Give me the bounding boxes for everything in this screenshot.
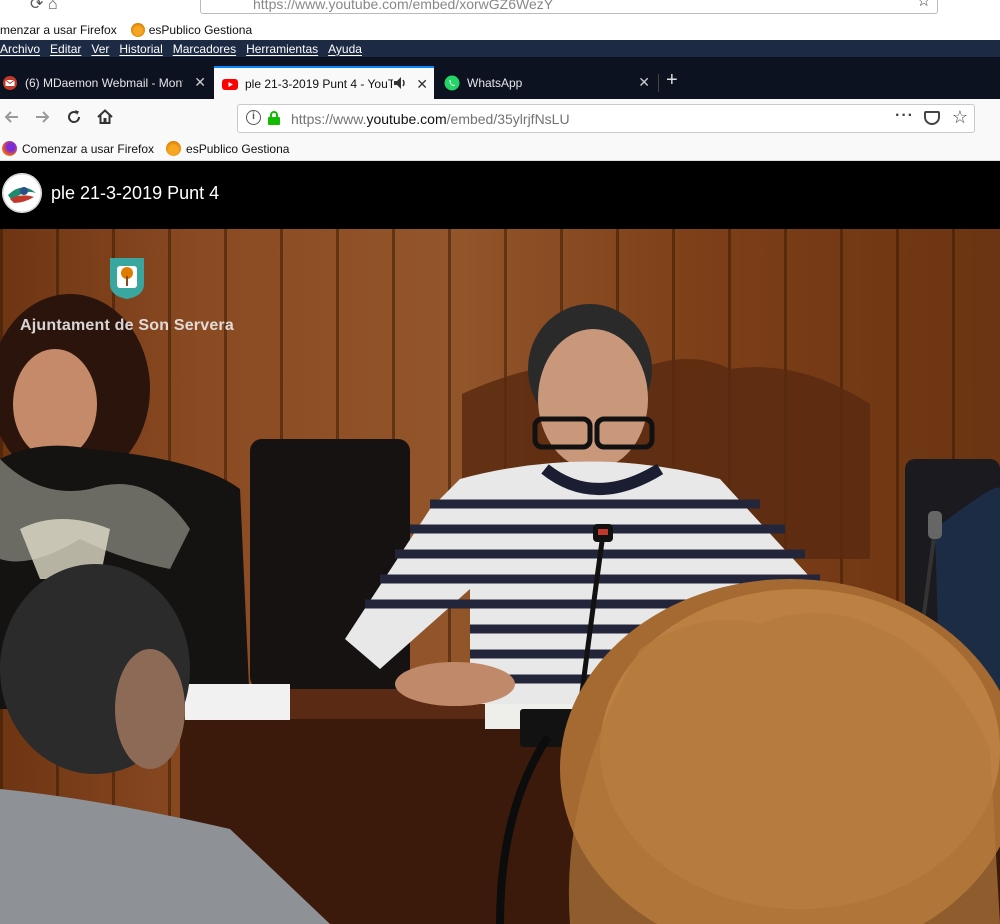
tab-mdaemon[interactable]: (6) MDaemon Webmail - Mont ✕ <box>0 66 212 99</box>
menu-historial[interactable]: Historial <box>119 42 162 56</box>
menu-archivo[interactable]: Archivo <box>0 42 40 56</box>
url-text: https://www.youtube.com/embed/35ylrjfNsL… <box>291 111 570 127</box>
espublico-icon <box>130 23 145 37</box>
bookmark-star-icon[interactable]: ☆ <box>917 0 931 11</box>
background-url-text: https://www.youtube.com/embed/xorwGZ6Wez… <box>253 0 554 12</box>
video-player[interactable]: ple 21-3-2019 Punt 4 Ajuntament de Son S… <box>0 161 1000 924</box>
reload-icon <box>68 110 81 123</box>
youtube-icon <box>222 76 238 92</box>
info-icon[interactable]: i <box>246 110 261 125</box>
close-icon[interactable]: ✕ <box>638 74 650 91</box>
bookmark-espublico-gestiona[interactable]: esPublico Gestiona <box>166 141 289 156</box>
new-tab-button[interactable]: + <box>666 69 678 92</box>
back-arrow-icon <box>4 111 18 123</box>
whatsapp-icon <box>444 75 460 91</box>
menu-bar: Archivo Editar Ver Historial Marcadores … <box>0 40 1000 57</box>
close-icon[interactable]: ✕ <box>416 76 428 93</box>
forward-button[interactable] <box>32 107 52 132</box>
menu-ver[interactable]: Ver <box>91 42 109 56</box>
url-field[interactable]: i https://www.youtube.com/embed/35ylrjfN… <box>237 104 975 133</box>
bookmark-star-icon[interactable]: ☆ <box>952 107 968 128</box>
close-icon[interactable]: ✕ <box>194 74 206 91</box>
home-icon <box>97 109 113 124</box>
video-watermark: Ajuntament de Son Servera <box>20 317 234 334</box>
navigation-bar: i https://www.youtube.com/embed/35ylrjfN… <box>0 99 1000 137</box>
reload-button[interactable] <box>64 107 84 132</box>
background-bookmark-firefox[interactable]: menzar a usar Firefox <box>0 23 117 37</box>
menu-marcadores[interactable]: Marcadores <box>173 42 236 56</box>
tab-youtube[interactable]: ple 21-3-2019 Punt 4 - YouT ✕ <box>214 66 434 99</box>
background-window-urlbar: ⟳ ⌂ https://www.youtube.com/embed/xorwGZ… <box>0 0 1000 20</box>
bookmark-comenzar-firefox[interactable]: Comenzar a usar Firefox <box>2 141 154 156</box>
mail-icon <box>2 75 18 91</box>
background-url-field[interactable]: https://www.youtube.com/embed/xorwGZ6Wez… <box>200 0 938 14</box>
bookmarks-bar: Comenzar a usar Firefox esPublico Gestio… <box>0 137 1000 161</box>
tab-strip: (6) MDaemon Webmail - Mont ✕ ple 21-3-20… <box>0 57 1000 99</box>
back-reload-home-icons: ⟳ ⌂ <box>30 0 58 13</box>
video-title[interactable]: ple 21-3-2019 Punt 4 <box>51 183 219 204</box>
background-bookmark-espublico[interactable]: esPublico Gestiona <box>130 23 252 37</box>
home-button[interactable] <box>95 107 115 132</box>
speaker-icon[interactable] <box>392 75 408 94</box>
channel-avatar[interactable] <box>2 173 42 213</box>
menu-ayuda[interactable]: Ayuda <box>328 42 362 56</box>
tab-separator <box>658 74 659 92</box>
channel-logo-icon <box>2 173 42 213</box>
back-button[interactable] <box>2 107 22 132</box>
tab-whatsapp[interactable]: WhatsApp ✕ <box>436 66 656 99</box>
lock-icon[interactable] <box>268 111 280 125</box>
forward-arrow-icon <box>36 111 50 123</box>
firefox-icon <box>2 141 17 156</box>
page-actions-menu-icon[interactable]: ··· <box>895 107 914 125</box>
player-header: ple 21-3-2019 Punt 4 <box>0 161 1000 229</box>
menu-editar[interactable]: Editar <box>50 42 81 56</box>
background-bookmarks-bar: menzar a usar Firefox esPublico Gestiona <box>0 20 1000 40</box>
town-hall-logo-icon <box>108 256 146 300</box>
video-frame[interactable]: Ajuntament de Son Servera <box>0 229 1000 924</box>
menu-herramientas[interactable]: Herramientas <box>246 42 318 56</box>
pocket-icon[interactable] <box>924 111 940 125</box>
espublico-icon <box>166 141 182 156</box>
